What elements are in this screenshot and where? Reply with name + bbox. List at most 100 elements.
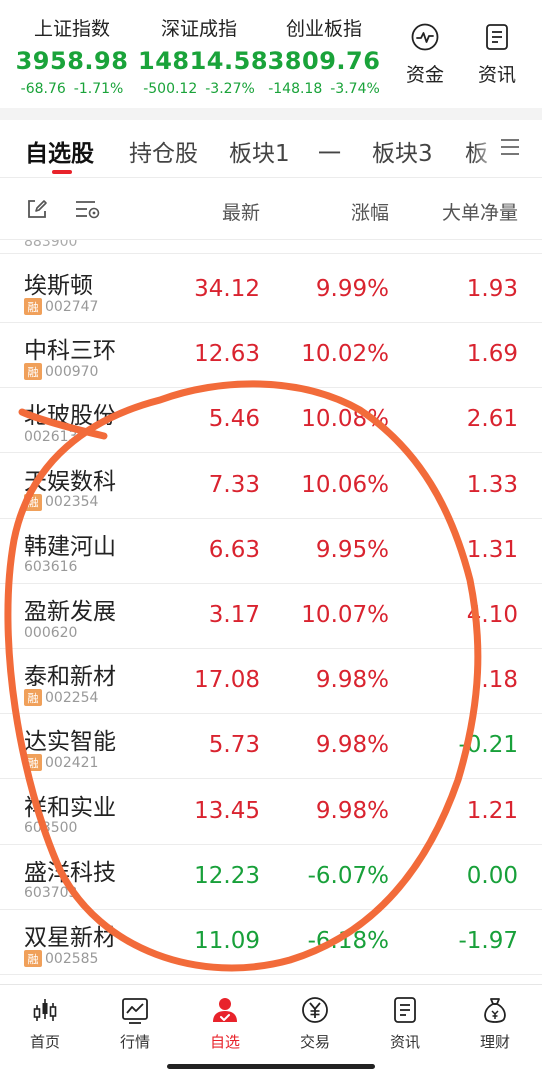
stock-code: 883900	[24, 240, 78, 250]
tab-watchlist[interactable]: 自选股	[25, 134, 94, 168]
block-net-volume: 1.31	[466, 536, 518, 563]
stock-code: 002747	[45, 298, 99, 315]
list-item[interactable]: 中科三环融 000970 12.63 10.02% 1.69	[0, 323, 542, 389]
nav-home[interactable]: 首页	[0, 995, 90, 1052]
section-divider	[0, 108, 542, 120]
margin-badge: 融	[24, 754, 42, 772]
stock-code: 002254	[45, 689, 99, 706]
edit-icon[interactable]	[26, 198, 48, 220]
nav-wealth-label: 理财	[479, 1033, 510, 1051]
index-value: 3958.98	[15, 47, 129, 75]
nav-market[interactable]: 行情	[90, 995, 180, 1052]
stock-name: 盈新发展	[24, 599, 116, 625]
margin-badge: 融	[24, 298, 42, 315]
stock-name: 盛洋科技	[24, 859, 116, 886]
stock-code: 000620	[24, 624, 78, 641]
block-net-volume: 1.33	[466, 471, 518, 498]
stock-name: 韩建河山	[24, 533, 116, 560]
change-pct: 9.95%	[315, 536, 389, 563]
list-item[interactable]: 泰和新材融 002254 17.08 9.98% .18	[0, 649, 542, 715]
index-sh-composite[interactable]: 上证指数 3958.98 -68.76 -1.71%	[10, 14, 134, 97]
stock-sub: 融 002421	[24, 754, 98, 772]
list-settings-icon[interactable]	[75, 200, 101, 220]
latest-price: 34.12	[194, 276, 260, 302]
nav-wealth[interactable]: 理财	[450, 995, 540, 1052]
fund-button[interactable]: 资金	[398, 22, 452, 87]
stock-sub: 603500	[24, 820, 77, 837]
tab-sector-2[interactable]: 一	[318, 134, 341, 168]
block-net-volume: 2.61	[466, 406, 518, 433]
stock-sub: 002613	[24, 428, 77, 445]
list-item[interactable]: 盛洋科技 603703 12.23 -6.07% 0.00	[0, 845, 542, 910]
block-net-volume: 1.69	[466, 341, 518, 368]
stock-sub: 603703	[24, 885, 77, 902]
index-name: 深证成指	[160, 18, 237, 40]
change-pct: 9.98%	[315, 732, 389, 759]
nav-market-label: 行情	[119, 1033, 150, 1051]
block-net-volume: 1.93	[466, 276, 518, 302]
stock-code: 002613	[24, 428, 78, 445]
margin-badge: 融	[24, 689, 42, 707]
block-net-volume: -0.21	[458, 732, 518, 759]
stock-name: 中科三环	[24, 338, 116, 365]
list-item[interactable]: 韩建河山 603616 6.63 9.95% 1.31	[0, 519, 542, 584]
nav-news-label: 资讯	[389, 1033, 420, 1051]
nav-trade-label: 交易	[299, 1033, 330, 1051]
index-change-pct: -1.71%	[73, 81, 124, 97]
tab-holdings[interactable]: 持仓股	[129, 134, 198, 168]
fund-label: 资金	[405, 64, 444, 86]
stock-code: 002585	[45, 950, 99, 967]
index-chinext[interactable]: 创业板指 3809.76 -148.18 -3.74%	[264, 14, 384, 97]
nav-watchlist[interactable]: 自选	[180, 995, 270, 1052]
index-change: -500.12 -3.27%	[138, 81, 260, 97]
index-change-pct: -3.27%	[205, 81, 255, 97]
latest-price: 11.09	[194, 928, 260, 954]
tab-sector-1[interactable]: 板块1	[229, 134, 290, 168]
stock-sub: 融 002585	[24, 950, 98, 967]
column-change-pct[interactable]: 涨幅	[351, 198, 389, 225]
home-indicator[interactable]	[167, 1064, 375, 1069]
active-tab-indicator	[52, 170, 72, 174]
list-item[interactable]: 达实智能融 002421 5.73 9.98% -0.21	[0, 714, 542, 780]
index-change-abs: -68.76	[20, 81, 66, 97]
latest-price: 13.45	[194, 797, 260, 824]
change-pct: 10.08%	[301, 406, 389, 433]
nav-news[interactable]: 资讯	[360, 995, 450, 1052]
stock-sub: 融 002354	[24, 493, 98, 511]
news-label: 资讯	[477, 64, 516, 86]
index-sz-component[interactable]: 深证成指 14814.58 -500.12 -3.27%	[138, 14, 268, 97]
index-change-abs: -148.18	[268, 81, 323, 97]
tab-sector-3[interactable]: 板块3	[372, 134, 433, 168]
column-latest[interactable]: 最新	[222, 198, 260, 225]
stock-name: 北玻股份	[24, 403, 116, 430]
latest-price: 12.63	[194, 341, 260, 368]
yen-coin-icon	[302, 997, 328, 1023]
list-item[interactable]: 盈新发展 000620 3.17 10.07% 4.10	[0, 584, 542, 649]
block-net-volume: 4.10	[466, 602, 518, 628]
stock-list: 883900 埃斯顿融 002747 34.12 9.99% 1.93 中科三环融 0009…	[0, 240, 542, 984]
block-net-volume: .18	[481, 667, 518, 694]
block-net-volume: 0.00	[466, 862, 518, 889]
column-block-net[interactable]: 大单净量	[442, 198, 518, 225]
list-item[interactable]: 祥和实业 603500 13.45 9.98% 1.21	[0, 780, 542, 845]
stock-name: 泰和新材	[24, 664, 116, 691]
list-item[interactable]: 天娱数科融 002354 7.33 10.06% 1.33	[0, 454, 542, 519]
list-item[interactable]: 双星新材融 002585 11.09 -6.18% -1.97	[0, 910, 542, 975]
trend-chart-icon	[122, 998, 148, 1024]
latest-price: 7.33	[208, 471, 260, 498]
stock-code: 603703	[24, 885, 78, 902]
index-change-abs: -500.12	[143, 81, 198, 97]
index-bar: 上证指数 3958.98 -68.76 -1.71% 深证成指 14814.58 …	[0, 0, 542, 108]
menu-icon[interactable]	[500, 138, 520, 156]
list-item[interactable]: 埃斯顿融 002747 34.12 9.99% 1.93	[0, 258, 542, 323]
pulse-icon	[411, 23, 439, 51]
block-net-volume: 1.21	[466, 797, 518, 824]
news-button[interactable]: 资讯	[470, 22, 524, 87]
list-item[interactable]: 北玻股份 002613 5.46 10.08% 2.61	[0, 388, 542, 454]
latest-price: 5.73	[208, 732, 260, 759]
nav-trade[interactable]: 交易	[270, 995, 360, 1052]
latest-price: 5.46	[208, 406, 260, 433]
stock-sub: 融 002254	[24, 689, 99, 707]
stock-code: 603616	[24, 559, 78, 576]
user-check-icon	[213, 998, 237, 1022]
